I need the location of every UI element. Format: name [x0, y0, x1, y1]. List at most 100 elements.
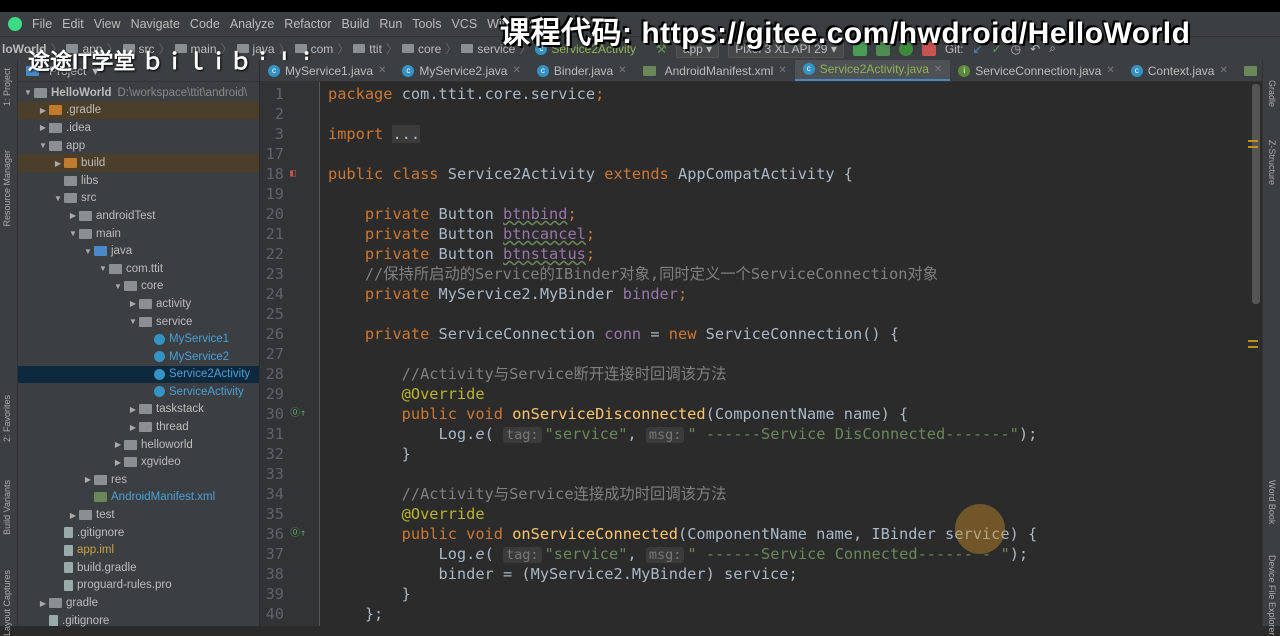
tree-node[interactable]: app.iml — [18, 541, 259, 559]
tree-node[interactable]: ▶ .gradle — [18, 101, 259, 120]
tree-node[interactable]: build.gradle — [18, 559, 259, 577]
class-gutter-icon[interactable]: ◧ — [290, 164, 296, 184]
menu-view[interactable]: View — [94, 17, 121, 31]
menu-build[interactable]: Build — [342, 17, 370, 31]
tool-window-button[interactable]: 2: Favorites — [2, 395, 12, 442]
breadcrumb-item[interactable]: ttit — [369, 42, 382, 56]
chevron-down-icon[interactable]: ▼ — [127, 317, 139, 326]
tree-node-label: core — [141, 280, 164, 293]
close-icon[interactable]: ✕ — [618, 65, 626, 76]
menu-analyze[interactable]: Analyze — [230, 17, 274, 31]
tree-node[interactable]: ▼ main — [18, 225, 259, 243]
tool-window-button[interactable]: Layout Captures — [2, 570, 12, 636]
chevron-right-icon[interactable]: ▶ — [37, 123, 49, 132]
chevron-right-icon[interactable]: ▶ — [67, 211, 79, 220]
chevron-down-icon[interactable]: ▼ — [97, 264, 109, 273]
menu-tools[interactable]: Tools — [412, 17, 441, 31]
chevron-right-icon[interactable]: ▶ — [37, 599, 49, 608]
tree-node[interactable]: ▼ java — [18, 242, 259, 260]
tree-node[interactable]: proguard-rules.pro — [18, 577, 259, 595]
tool-window-button[interactable]: 1: Project — [2, 68, 12, 106]
chevron-down-icon[interactable]: ▼ — [37, 141, 49, 150]
menu-refactor[interactable]: Refactor — [284, 17, 331, 31]
close-icon[interactable]: ✕ — [934, 64, 942, 75]
tree-node[interactable]: ▶ thread — [18, 418, 259, 436]
chevron-right-icon[interactable]: ▶ — [127, 423, 139, 432]
tree-node[interactable]: .gitignore — [18, 612, 259, 630]
chevron-right-icon[interactable]: ▶ — [67, 511, 79, 520]
tool-window-button[interactable]: Z-Structure — [1267, 140, 1277, 185]
tree-node[interactable]: ▼ com.ttit — [18, 260, 259, 278]
tree-node[interactable]: ▶ taskstack — [18, 401, 259, 419]
tree-node[interactable]: ▶ helloworld — [18, 436, 259, 454]
close-icon[interactable]: ✕ — [1106, 65, 1114, 76]
chevron-right-icon[interactable]: ▶ — [112, 440, 124, 449]
menu-code[interactable]: Code — [190, 17, 220, 31]
menu-edit[interactable]: Edit — [62, 17, 84, 31]
tree-node[interactable]: .gitignore — [18, 524, 259, 542]
tree-node[interactable]: ▼ service — [18, 313, 259, 331]
chevron-right-icon[interactable]: ▶ — [82, 475, 94, 484]
breadcrumb-separator: 〉 — [337, 42, 350, 56]
tree-node[interactable]: ▶ res — [18, 471, 259, 489]
editor-tab[interactable]: c Context.java ✕ — [1123, 60, 1236, 81]
chevron-right-icon[interactable]: ▶ — [127, 299, 139, 308]
menu-file[interactable]: File — [32, 17, 52, 31]
chevron-down-icon[interactable]: ▼ — [67, 229, 79, 238]
chevron-right-icon[interactable]: ▶ — [112, 458, 124, 467]
override-gutter-icon[interactable]: ⓪↑ — [290, 404, 306, 424]
tree-node[interactable]: ▼ src — [18, 190, 259, 208]
tree-node[interactable]: MyService1 — [18, 330, 259, 348]
chevron-down-icon[interactable]: ▼ — [52, 194, 64, 203]
tool-window-button[interactable]: Gradle — [1267, 80, 1277, 107]
tree-node[interactable]: ▶ gradle — [18, 594, 259, 612]
tree-node[interactable]: libs — [18, 172, 259, 190]
tool-window-button[interactable]: Word Book — [1267, 480, 1277, 524]
chevron-down-icon[interactable]: ▼ — [22, 88, 34, 97]
tool-window-button[interactable]: Device File Explorer — [1267, 555, 1277, 636]
menu-navigate[interactable]: Navigate — [131, 17, 180, 31]
code-line: 23 //保持所启动的Service的IBinder对象,同时定义一个Servi… — [260, 264, 1260, 284]
tree-node[interactable]: ▶ build — [18, 154, 259, 172]
tree-node[interactable]: ServiceActivity — [18, 383, 259, 401]
breadcrumb-item[interactable]: core — [418, 42, 441, 56]
tool-window-button[interactable]: Resource Manager — [2, 150, 12, 227]
chevron-down-icon[interactable]: ▼ — [112, 282, 124, 291]
tree-node[interactable]: Service2Activity — [18, 365, 259, 384]
close-icon[interactable]: ✕ — [378, 65, 386, 76]
chevron-right-icon[interactable]: ▶ — [37, 106, 49, 115]
file-icon — [64, 562, 73, 574]
tree-node[interactable]: ▼ HelloWorld D:\workspace\ttit\android\ — [18, 84, 259, 102]
editor-tab[interactable]: c Service2Activity.java ✕ — [794, 60, 951, 81]
menu-run[interactable]: Run — [379, 17, 402, 31]
code-editor[interactable]: 1 package com.ttit.core.service; 2 3 import … — [260, 82, 1262, 626]
chevron-right-icon[interactable]: ▶ — [127, 405, 139, 414]
close-icon[interactable]: ✕ — [512, 65, 520, 76]
editor-tab[interactable]: service2_lay✕ — [1236, 60, 1262, 81]
tool-window-button[interactable]: Build Variants — [2, 480, 12, 535]
editor-tab[interactable]: i ServiceConnection.java ✕ — [950, 60, 1122, 81]
chevron-down-icon[interactable]: ▼ — [82, 247, 94, 256]
tree-node[interactable]: ▼ core — [18, 278, 259, 296]
tree-node[interactable]: AndroidManifest.xml — [18, 489, 259, 507]
editor-tab[interactable]: c Binder.java ✕ — [529, 60, 635, 81]
tree-node[interactable]: ▶ androidTest — [18, 207, 259, 225]
close-icon[interactable]: ✕ — [778, 65, 786, 76]
tree-node[interactable]: ▼ app — [18, 137, 259, 155]
close-icon[interactable]: ✕ — [1219, 65, 1227, 76]
tree-node[interactable]: ▶ xgvideo — [18, 453, 259, 471]
code-text: //Activity与Service断开连接时回调该方法 — [328, 364, 727, 384]
menu-vcs[interactable]: VCS — [451, 17, 477, 31]
tree-node[interactable]: ▶ activity — [18, 295, 259, 313]
class-icon: c — [402, 64, 415, 77]
tree-node[interactable]: ▶ .idea — [18, 119, 259, 137]
chevron-right-icon[interactable]: ▶ — [52, 159, 64, 168]
tree-node[interactable]: MyService2 — [18, 348, 259, 366]
editor-tab[interactable]: c MyService2.java ✕ — [394, 60, 528, 81]
editor-tab[interactable]: c MyService1.java ✕ — [260, 60, 394, 81]
override-gutter-icon[interactable]: ⓪↑ — [290, 524, 306, 544]
folder-icon — [49, 105, 62, 116]
editor-tab[interactable]: AndroidManifest.xml ✕ — [635, 60, 795, 81]
tree-node[interactable]: ▶ test — [18, 506, 259, 524]
editor-scrollbar[interactable] — [1252, 84, 1260, 304]
